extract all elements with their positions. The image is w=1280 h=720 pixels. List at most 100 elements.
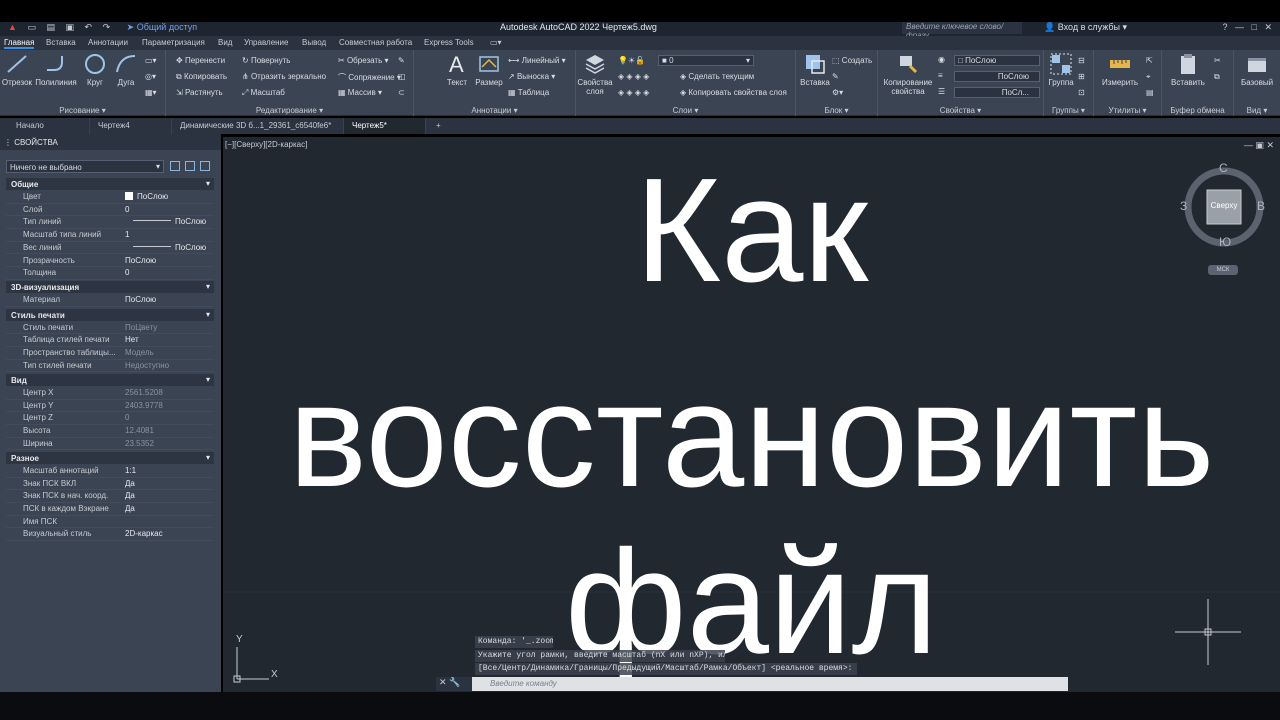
property-row[interactable]: ПСК в каждом Вэкране Да	[6, 503, 214, 516]
ucs-dropdown[interactable]: МСК	[1208, 265, 1238, 275]
group-button[interactable]: Группа	[1046, 52, 1076, 87]
layer-dropdown[interactable]: ■ 0 ▾	[658, 55, 754, 66]
property-row[interactable]: Масштаб типа линий 1	[6, 229, 214, 242]
tab-parametric[interactable]: Параметризация	[142, 38, 205, 47]
line-button[interactable]: Отрезок	[0, 52, 34, 87]
property-row[interactable]: Центр Z 0	[6, 412, 214, 425]
layers-panel-label[interactable]: Слои ▾	[576, 106, 795, 115]
block-attributes-icon[interactable]: ⚙▾	[832, 88, 843, 97]
tab-view[interactable]: Вид	[218, 38, 232, 47]
tab-express-tools[interactable]: Express Tools	[424, 38, 474, 47]
utilities-panel-label[interactable]: Утилиты ▾	[1094, 106, 1161, 115]
rotate-button[interactable]: ↻ Повернуть	[242, 56, 290, 65]
create-block-button[interactable]: ⬚ Создать	[832, 56, 872, 65]
block-panel-label[interactable]: Блок ▾	[796, 106, 877, 115]
tab-manage[interactable]: Управление	[244, 38, 288, 47]
edit-block-icon[interactable]: ✎	[832, 72, 839, 81]
toggle-pickadd-icon[interactable]	[170, 161, 180, 171]
minimize-icon[interactable]: —	[1235, 22, 1244, 32]
close-icon[interactable]: ✕	[439, 677, 447, 687]
property-row[interactable]: Центр X 2561.5208	[6, 387, 214, 400]
app-menu-icon[interactable]: ▲	[8, 22, 17, 32]
select-objects-icon[interactable]	[185, 161, 195, 171]
property-row[interactable]: Высота 12.4081	[6, 425, 214, 438]
property-row[interactable]: Тип линий ПоСлою	[6, 216, 214, 230]
tab-home[interactable]: Главная	[4, 38, 35, 49]
color-dropdown[interactable]: □ ПоСлою	[954, 55, 1040, 66]
property-row[interactable]: Вес линий ПоСлою	[6, 242, 214, 255]
base-view-button[interactable]: Базовый	[1236, 52, 1278, 87]
property-row[interactable]: Слой 0	[6, 204, 214, 217]
offset-icon[interactable]: ⊂	[398, 88, 405, 97]
selection-dropdown[interactable]: Ничего не выбрано ▾	[6, 160, 164, 173]
property-row[interactable]: Знак ПСК в нач. коорд. Да	[6, 490, 214, 503]
quick-select-icon[interactable]	[200, 161, 210, 171]
quick-select-icon[interactable]: ⇱	[1146, 56, 1153, 65]
property-row[interactable]: Толщина 0	[6, 267, 214, 280]
doc-tab-dynamic3d[interactable]: Динамические 3D б...1_29361_c6540fe6*	[172, 118, 344, 134]
move-button[interactable]: ✥ Перенести	[176, 56, 225, 65]
save-icon[interactable]: ▣	[66, 22, 75, 32]
trim-button[interactable]: ✂ Обрезать ▾	[338, 56, 389, 65]
close-icon[interactable]: ✕	[1264, 22, 1272, 32]
linetype-icon[interactable]: ≡	[938, 71, 943, 80]
viewcube-south[interactable]: Ю	[1219, 235, 1231, 249]
maximize-icon[interactable]: □	[1252, 22, 1257, 32]
arc-button[interactable]: Дуга	[112, 52, 140, 87]
doc-tab-start[interactable]: Начало	[8, 118, 90, 134]
modify-panel-label[interactable]: Редактирование ▾	[166, 106, 413, 115]
property-row[interactable]: Цвет ПоСлою	[6, 191, 214, 204]
make-current-button[interactable]: ◈ Сделать текущим	[680, 72, 754, 81]
customize-icon[interactable]: 🔧	[449, 677, 460, 687]
circle-button[interactable]: Круг	[80, 52, 110, 87]
property-row[interactable]: Прозрачность ПоСлою	[6, 255, 214, 268]
fillet-button[interactable]: ⌒ Сопряжение ▾	[338, 72, 401, 83]
property-row[interactable]: Знак ПСК ВКЛ Да	[6, 478, 214, 491]
rectangle-icon[interactable]: ▭▾	[145, 56, 157, 65]
property-row[interactable]: Масштаб аннотаций 1:1	[6, 465, 214, 478]
property-row[interactable]: Пространство таблицы... Модель	[6, 347, 214, 360]
match-layer-button[interactable]: ◈ Копировать свойства слоя	[680, 88, 787, 97]
properties-section[interactable]: Вид ▾	[6, 373, 214, 386]
viewcube[interactable]: Сверху С Ю З В МСК	[1180, 161, 1268, 275]
new-icon[interactable]: ▭	[27, 22, 36, 32]
ribbon-toggle-icon[interactable]: ▭▾	[490, 38, 502, 47]
view-panel-label[interactable]: Вид ▾	[1234, 106, 1280, 115]
open-icon[interactable]: ▤	[46, 22, 55, 32]
polyline-button[interactable]: Полилиния	[34, 52, 78, 87]
copy-button[interactable]: ⧉ Копировать	[176, 72, 227, 82]
paste-button[interactable]: Вставить	[1168, 52, 1208, 87]
sign-in-button[interactable]: 👤 Вход в службы ▾	[1044, 22, 1127, 33]
doc-tab-drawing5[interactable]: Чертеж5*	[344, 118, 426, 134]
linetype-dropdown[interactable]: ПоСлою	[954, 71, 1040, 82]
groups-panel-label[interactable]: Группы ▾	[1044, 106, 1093, 115]
property-row[interactable]: Ширина 23.5352	[6, 438, 214, 451]
copy-clip-icon[interactable]: ⧉	[1214, 72, 1220, 82]
share-button[interactable]: ➤ Общий доступ	[127, 22, 206, 32]
collapse-arrow-icon[interactable]: ▾	[206, 282, 210, 291]
draw-panel-label[interactable]: Рисование ▾	[0, 106, 165, 115]
collapse-arrow-icon[interactable]: ▾	[206, 453, 210, 462]
insert-block-button[interactable]: Вставка	[798, 52, 832, 87]
group-edit-icon[interactable]: ⊞	[1078, 72, 1085, 81]
collapse-arrow-icon[interactable]: ▾	[206, 375, 210, 384]
property-row[interactable]: Тип стилей печати Недоступно	[6, 360, 214, 373]
tab-annotate[interactable]: Аннотации	[88, 38, 128, 47]
calculator-icon[interactable]: ▤	[1146, 88, 1154, 97]
viewcube-west[interactable]: З	[1180, 199, 1187, 213]
property-row[interactable]: Таблица стилей печати Нет	[6, 334, 214, 347]
property-row[interactable]: Центр Y 2403.9778	[6, 400, 214, 413]
leader-button[interactable]: ↗ Выноска ▾	[508, 72, 555, 81]
annotation-panel-label[interactable]: Аннотации ▾	[414, 106, 575, 115]
array-button[interactable]: ▦ Массив ▾	[338, 88, 382, 97]
linear-dim-button[interactable]: ⟷ Линейный ▾	[508, 56, 566, 65]
collapse-arrow-icon[interactable]: ▾	[206, 310, 210, 319]
redo-icon[interactable]: ↷	[103, 22, 111, 32]
hatch-icon[interactable]: ◎▾	[145, 72, 156, 81]
properties-section[interactable]: 3D-визуализация ▾	[6, 281, 214, 294]
mirror-button[interactable]: ⋔ Отразить зеркально	[242, 72, 326, 81]
measure-button[interactable]: Измерить	[1096, 52, 1144, 87]
dimension-button[interactable]: Размер	[474, 52, 504, 87]
property-row[interactable]: Имя ПСК	[6, 516, 214, 529]
new-tab-icon[interactable]: +	[428, 118, 450, 134]
